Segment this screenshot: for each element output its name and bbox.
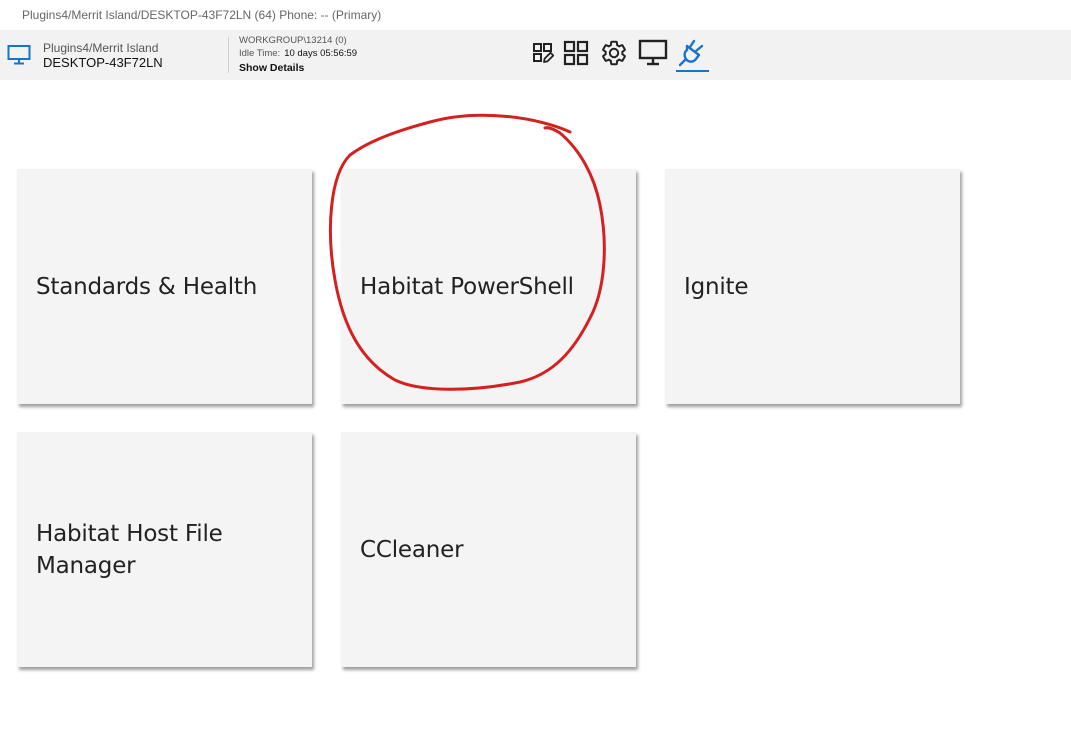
idle-time-value: 10 days 05:56:59 — [284, 48, 358, 59]
gear-icon — [602, 40, 626, 66]
edit-grid-icon — [533, 43, 555, 63]
plugin-tile-label: Habitat Host File Manager — [36, 520, 223, 579]
plug-icon — [678, 39, 704, 67]
machine-header: Plugins4/Merrit Island DESKTOP-43F72LN W… — [0, 30, 1071, 80]
plugin-tile-standards-health[interactable]: Standards & Health — [17, 169, 312, 404]
active-tab-indicator — [676, 70, 709, 72]
plugin-tile-habitat-host-file-manager[interactable]: Habitat Host File Manager — [17, 432, 312, 667]
plugin-tile-label: Ignite — [684, 273, 749, 300]
header-divider — [228, 37, 229, 73]
window-title-bar: Plugins4/Merrit Island/DESKTOP-43F72LN (… — [0, 0, 1071, 30]
plugin-tile-label: CCleaner — [360, 536, 464, 563]
window-title: Plugins4/Merrit Island/DESKTOP-43F72LN (… — [22, 8, 382, 22]
idle-time: Idle Time: 10 days 05:56:59 — [239, 48, 357, 59]
machine-path: Plugins4/Merrit Island — [43, 41, 159, 55]
plugin-tile-habitat-powershell[interactable]: Habitat PowerShell — [341, 169, 636, 404]
idle-time-label: Idle Time: — [239, 48, 281, 59]
settings-button[interactable] — [599, 38, 629, 68]
plugin-tile-label: Standards & Health — [36, 273, 258, 300]
remote-screen-button[interactable] — [638, 38, 668, 68]
workgroup-info: WORKGROUP\13214 (0) — [239, 35, 347, 46]
plugin-tile-label: Habitat PowerShell — [360, 273, 574, 300]
apps-grid-icon — [563, 40, 589, 66]
apps-grid-button[interactable] — [561, 38, 591, 68]
plugin-tile-ccleaner[interactable]: CCleaner — [341, 432, 636, 667]
plugin-tile-ignite[interactable]: Ignite — [665, 169, 960, 404]
machine-name: DESKTOP-43F72LN — [43, 55, 163, 70]
show-details-link[interactable]: Show Details — [239, 62, 304, 74]
monitor-icon — [638, 39, 668, 66]
computer-icon — [7, 45, 31, 65]
edit-grid-button[interactable] — [528, 38, 558, 68]
plugins-button[interactable] — [677, 38, 707, 68]
